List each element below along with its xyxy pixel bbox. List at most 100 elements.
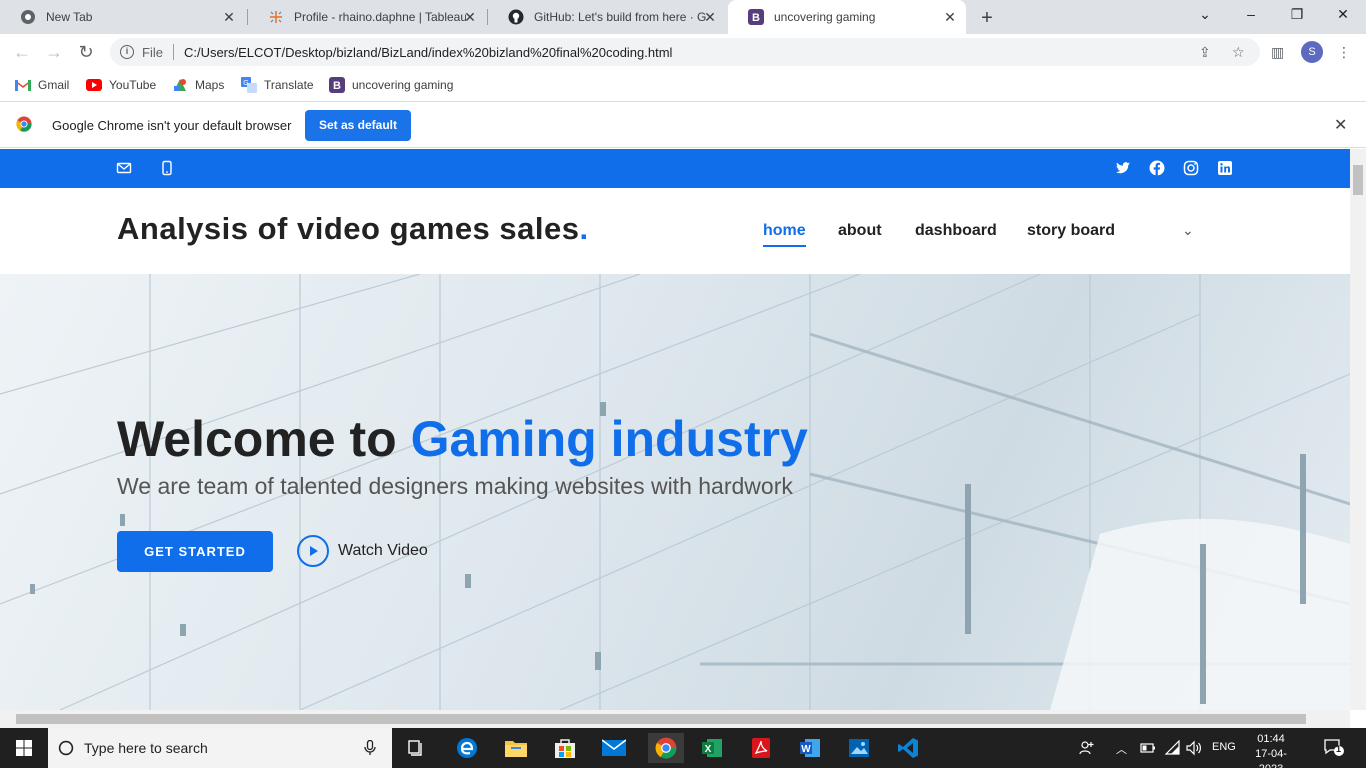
- github-icon: [508, 9, 524, 25]
- bookmark-gmail[interactable]: Gmail: [15, 77, 69, 93]
- taskbar-search[interactable]: Type here to search: [48, 728, 392, 768]
- url-text[interactable]: C:/Users/ELCOT/Desktop/bizland/BizLand/i…: [184, 45, 672, 60]
- chevron-down-icon[interactable]: ⌄: [1182, 222, 1194, 239]
- chevron-up-icon[interactable]: ︿: [1116, 741, 1127, 757]
- svg-text:B: B: [333, 80, 341, 92]
- tab-title: uncovering gaming: [774, 10, 876, 24]
- horizontal-scrollbar[interactable]: [0, 710, 1350, 728]
- bookmark-label: Maps: [195, 78, 225, 92]
- svg-text:W: W: [801, 744, 811, 755]
- search-placeholder: Type here to search: [84, 740, 208, 756]
- tab-search-chevron-icon[interactable]: ⌄: [1195, 6, 1215, 23]
- forward-arrow-icon[interactable]: →: [44, 42, 64, 63]
- linkedin-icon[interactable]: [1217, 160, 1233, 176]
- side-panel-icon[interactable]: ▥: [1271, 44, 1284, 61]
- language-indicator[interactable]: ENG: [1212, 741, 1236, 753]
- nav-home[interactable]: home: [763, 222, 806, 247]
- back-arrow-icon[interactable]: ←: [12, 42, 32, 63]
- nav-dashboard[interactable]: dashboard: [915, 222, 997, 240]
- clock-date: 17-04-2023: [1255, 748, 1287, 775]
- chrome-logo-icon: [16, 116, 32, 132]
- mail-icon[interactable]: [599, 733, 629, 763]
- word-icon[interactable]: W: [795, 733, 825, 763]
- phone-icon[interactable]: [159, 160, 175, 176]
- close-window-icon[interactable]: ✕: [1333, 6, 1353, 23]
- hero-title: Welcome to Gaming industry: [117, 410, 808, 468]
- acrobat-icon[interactable]: [746, 733, 776, 763]
- close-icon[interactable]: ✕: [702, 9, 718, 25]
- minimize-icon[interactable]: –: [1241, 6, 1261, 22]
- svg-text:X: X: [705, 744, 712, 755]
- notification-count: 1: [1336, 744, 1342, 754]
- excel-icon[interactable]: X: [697, 733, 727, 763]
- file-explorer-icon[interactable]: [501, 733, 531, 763]
- store-icon[interactable]: [550, 733, 580, 763]
- twitter-icon[interactable]: [1115, 160, 1131, 176]
- chrome-taskbar-icon[interactable]: [648, 733, 684, 763]
- contact-topbar: [0, 149, 1350, 188]
- address-bar[interactable]: i File C:/Users/ELCOT/Desktop/bizland/Bi…: [110, 38, 1260, 66]
- get-started-button[interactable]: GET STARTED: [117, 531, 273, 572]
- envelope-icon[interactable]: [116, 160, 132, 176]
- volume-icon[interactable]: [1186, 740, 1202, 759]
- facebook-icon[interactable]: [1149, 160, 1165, 176]
- menu-kebab-icon[interactable]: ⋮: [1337, 44, 1351, 61]
- people-icon[interactable]: [1079, 740, 1095, 759]
- vertical-scrollbar[interactable]: [1350, 149, 1366, 710]
- svg-text:G: G: [243, 80, 248, 87]
- nav-story-board[interactable]: story board: [1027, 222, 1115, 240]
- youtube-icon: [86, 77, 102, 93]
- battery-icon[interactable]: [1140, 740, 1156, 759]
- chrome-icon: [20, 9, 36, 25]
- restore-icon[interactable]: ❐: [1287, 6, 1307, 23]
- microphone-icon[interactable]: [364, 739, 376, 759]
- scroll-thumb[interactable]: [1353, 165, 1363, 195]
- set-as-default-button[interactable]: Set as default: [305, 110, 411, 141]
- close-icon[interactable]: ✕: [1334, 115, 1347, 135]
- info-icon[interactable]: i: [120, 45, 134, 59]
- bookmark-uncovering-gaming[interactable]: B uncovering gaming: [329, 77, 453, 93]
- edge-icon[interactable]: [452, 733, 482, 763]
- bookmark-label: uncovering gaming: [352, 78, 454, 92]
- system-clock[interactable]: 01:44 17-04-2023: [1248, 732, 1294, 777]
- new-tab-plus-icon[interactable]: +: [976, 7, 998, 30]
- tab-new-tab[interactable]: New Tab ✕: [0, 0, 245, 34]
- close-icon[interactable]: ✕: [221, 9, 237, 25]
- vscode-icon[interactable]: [893, 733, 923, 763]
- bookmark-translate[interactable]: G Translate: [241, 77, 314, 93]
- svg-text:B: B: [752, 12, 760, 24]
- watch-video-label: Watch Video: [338, 542, 428, 559]
- nav-about[interactable]: about: [838, 222, 882, 240]
- clock-time: 01:44: [1257, 733, 1285, 745]
- close-icon[interactable]: ✕: [462, 9, 478, 25]
- windows-start-icon[interactable]: [9, 733, 39, 763]
- bookmark-youtube[interactable]: YouTube: [86, 77, 156, 93]
- share-icon[interactable]: ⇪: [1199, 44, 1211, 61]
- close-icon[interactable]: ✕: [942, 9, 958, 25]
- tab-title: New Tab: [46, 10, 93, 24]
- bookmark-star-icon[interactable]: ☆: [1232, 44, 1245, 61]
- maps-icon: [172, 77, 188, 93]
- hero-title-text: Welcome to: [117, 411, 411, 467]
- scroll-thumb[interactable]: [16, 714, 1306, 724]
- instagram-icon[interactable]: [1183, 160, 1199, 176]
- watch-video-link[interactable]: Watch Video: [297, 535, 428, 567]
- omnibox-divider: [172, 44, 174, 60]
- site-logo[interactable]: Analysis of video games sales.: [117, 211, 589, 247]
- task-view-icon[interactable]: [401, 733, 431, 763]
- logo-text: Analysis of video games sales: [117, 211, 580, 246]
- tab-uncovering-gaming[interactable]: B uncovering gaming ✕: [728, 0, 966, 34]
- bootstrap-icon: B: [748, 9, 764, 25]
- bookmark-label: Translate: [264, 78, 314, 92]
- profile-avatar[interactable]: S: [1301, 41, 1323, 63]
- scheme-label: File: [142, 44, 163, 60]
- bookmark-label: YouTube: [109, 78, 157, 92]
- wifi-icon[interactable]: [1164, 739, 1181, 759]
- gmail-icon: [15, 77, 31, 93]
- bookmark-maps[interactable]: Maps: [172, 77, 224, 93]
- photos-icon[interactable]: [844, 733, 874, 763]
- reload-icon[interactable]: ↻: [76, 42, 96, 63]
- notification-center-icon[interactable]: 1: [1323, 738, 1345, 761]
- tab-github[interactable]: GitHub: Let's build from here · GitHub ✕: [488, 0, 726, 34]
- tab-tableau-profile[interactable]: Profile - rhaino.daphne | Tableau ✕: [248, 0, 486, 34]
